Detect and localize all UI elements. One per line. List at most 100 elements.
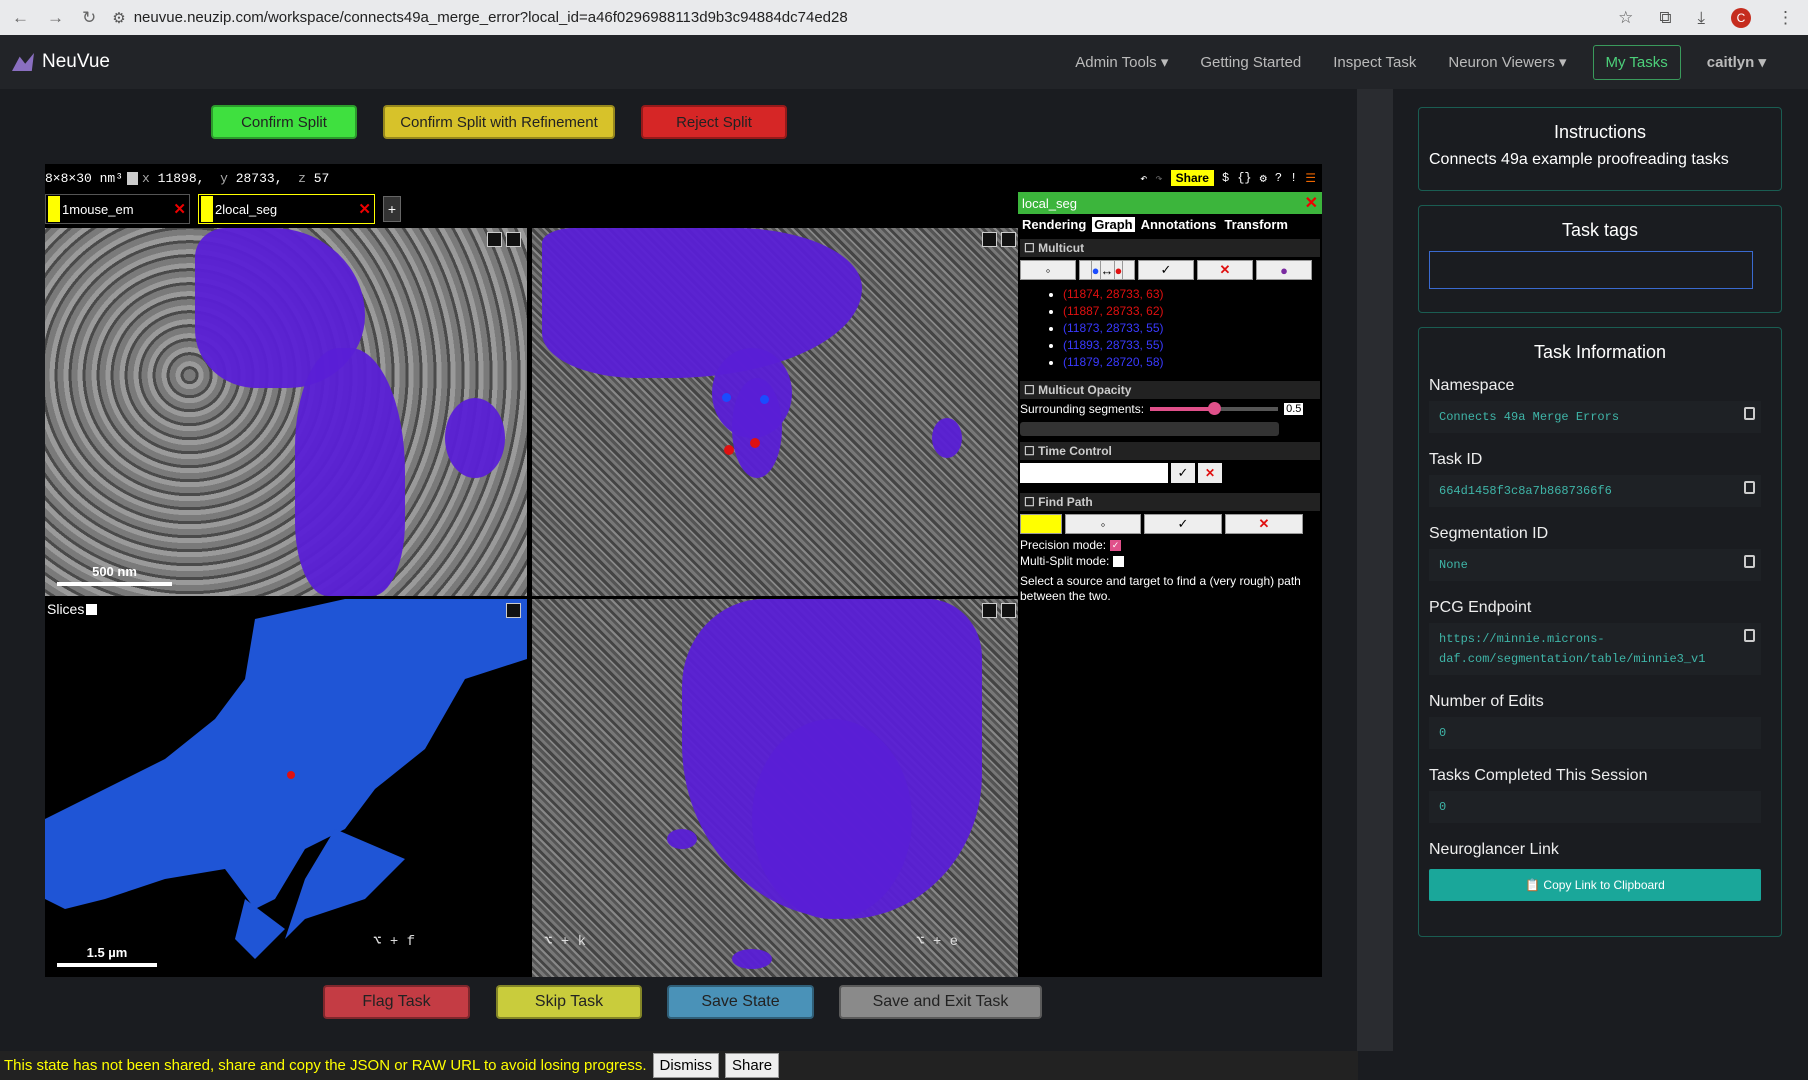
panel-yz[interactable] xyxy=(532,599,1022,977)
coord-y[interactable]: 28733, xyxy=(236,171,283,186)
multicut-point-tool-button[interactable]: ◦ xyxy=(1020,260,1076,280)
surrounding-segments-value[interactable]: 0.5 xyxy=(1284,403,1304,415)
find-path-color-button[interactable] xyxy=(1020,514,1062,534)
layer-tab-mouse-em[interactable]: 1 mouse_em ✕ xyxy=(45,194,190,224)
multicut-point-blue[interactable] xyxy=(722,393,731,402)
nav-user-menu[interactable]: caitlyn ▾ xyxy=(1691,53,1782,71)
nav-inspect-task[interactable]: Inspect Task xyxy=(1317,54,1432,71)
list-item[interactable]: (11873, 28733, 55) xyxy=(1063,320,1322,337)
copy-icon[interactable] xyxy=(1744,629,1755,642)
find-path-clear-button[interactable]: ✕ xyxy=(1225,514,1303,534)
layout-toggle-icon[interactable] xyxy=(1001,232,1016,247)
copy-link-button[interactable]: 📋 Copy Link to Clipboard xyxy=(1429,869,1761,901)
panel-xy[interactable]: 500 nm xyxy=(45,228,527,596)
time-input[interactable] xyxy=(1020,463,1168,483)
extensions-icon[interactable]: ⧉ xyxy=(1659,8,1671,28)
coord-z[interactable]: 57 xyxy=(314,171,330,186)
multicut-opacity-section-title[interactable]: ☐ Multicut Opacity xyxy=(1020,381,1320,399)
maximize-panel-icon[interactable] xyxy=(487,232,502,247)
surrounding-segments-slider[interactable] xyxy=(1150,402,1279,415)
remove-layer-icon[interactable]: ✕ xyxy=(358,200,371,218)
multicut-point-blue[interactable] xyxy=(760,395,769,404)
panel-xz[interactable] xyxy=(532,228,1022,596)
list-item[interactable]: (11887, 28733, 62) xyxy=(1063,303,1322,320)
notice-share-button[interactable]: Share xyxy=(725,1053,780,1078)
layer-tab-local-seg[interactable]: 2 local_seg ✕ xyxy=(198,194,375,224)
time-clear-button[interactable]: ✕ xyxy=(1198,463,1222,483)
layer-panel-name[interactable]: local_seg xyxy=(1022,196,1077,211)
bookmark-star-icon[interactable]: ☆ xyxy=(1618,8,1633,28)
state-dollar-icon[interactable]: $ xyxy=(1222,171,1229,185)
layout-toggle-icon[interactable] xyxy=(506,232,521,247)
find-path-confirm-button[interactable]: ✓ xyxy=(1144,514,1222,534)
nav-neuron-viewers[interactable]: Neuron Viewers ▾ xyxy=(1432,53,1582,71)
coord-z-label: z xyxy=(298,170,306,186)
dismiss-button[interactable]: Dismiss xyxy=(652,1053,720,1078)
multicut-point-red[interactable] xyxy=(724,445,734,455)
multicut-clear-button[interactable]: ✕ xyxy=(1197,260,1253,280)
find-path-point-button[interactable]: ◦ xyxy=(1065,514,1141,534)
nav-admin-tools[interactable]: Admin Tools ▾ xyxy=(1059,53,1184,71)
time-confirm-button[interactable]: ✓ xyxy=(1171,463,1195,483)
list-item[interactable]: (11879, 28720, 58) xyxy=(1063,354,1322,371)
browser-menu-icon[interactable]: ⋮ xyxy=(1777,8,1794,28)
slider-handle[interactable] xyxy=(1208,402,1222,415)
precision-mode-checkbox[interactable]: ✓ xyxy=(1110,539,1122,551)
remove-layer-icon[interactable]: ✕ xyxy=(173,200,186,218)
ng-share-button[interactable]: Share xyxy=(1170,170,1214,186)
tab-annotations[interactable]: Annotations xyxy=(1139,217,1219,232)
maximize-panel-icon[interactable] xyxy=(506,603,521,618)
find-path-section-title[interactable]: ☐ Find Path xyxy=(1020,493,1320,511)
reload-icon[interactable]: ↻ xyxy=(82,8,96,28)
brand[interactable]: NeuVue xyxy=(0,51,110,73)
redo-icon[interactable]: ↷ xyxy=(1155,171,1162,186)
settings-icon[interactable]: ⚙ xyxy=(1260,171,1267,186)
copy-icon[interactable] xyxy=(1744,555,1755,568)
confirm-split-button[interactable]: Confirm Split xyxy=(211,105,357,139)
reject-split-button[interactable]: Reject Split xyxy=(641,105,787,139)
panel-3d[interactable]: Slices 1.5 µm xyxy=(45,599,527,977)
confirm-split-refinement-button[interactable]: Confirm Split with Refinement xyxy=(383,105,615,139)
add-layer-button[interactable]: + xyxy=(383,196,401,222)
copy-icon[interactable] xyxy=(1744,481,1755,494)
copy-icon[interactable] xyxy=(127,171,139,185)
layout-toggle-icon[interactable] xyxy=(1001,603,1016,618)
alert-icon[interactable]: ! xyxy=(1290,171,1297,185)
nav-getting-started[interactable]: Getting Started xyxy=(1184,54,1317,71)
skip-task-button[interactable]: Skip Task xyxy=(496,985,642,1019)
multicut-section-title[interactable]: ☐ Multicut xyxy=(1020,239,1320,257)
save-exit-task-button[interactable]: Save and Exit Task xyxy=(839,985,1042,1019)
nav-my-tasks[interactable]: My Tasks xyxy=(1592,44,1681,80)
tab-transform[interactable]: Transform xyxy=(1222,217,1290,232)
maximize-panel-icon[interactable] xyxy=(982,603,997,618)
multicut-confirm-button[interactable]: ✓ xyxy=(1138,260,1194,280)
multicut-point-red[interactable] xyxy=(750,438,760,448)
profile-avatar[interactable]: C xyxy=(1731,7,1751,28)
forward-arrow-icon[interactable]: → xyxy=(47,8,64,28)
multicut-connect-button[interactable]: ● ↔ ● xyxy=(1079,260,1135,280)
multicut-point-red[interactable] xyxy=(287,771,295,779)
scrollbar[interactable] xyxy=(1357,89,1393,1051)
maximize-panel-icon[interactable] xyxy=(982,232,997,247)
address-bar[interactable]: ⚙ neuvue.neuzip.com/workspace/connects49… xyxy=(112,9,1618,27)
help-icon[interactable]: ? xyxy=(1275,171,1282,185)
back-arrow-icon[interactable]: ← xyxy=(12,8,29,28)
coord-x[interactable]: 11898, xyxy=(158,171,205,186)
copy-icon[interactable] xyxy=(1744,407,1755,420)
list-item[interactable]: (11874, 28733, 63) xyxy=(1063,286,1322,303)
task-tags-input[interactable] xyxy=(1429,251,1753,289)
save-state-button[interactable]: Save State xyxy=(667,985,814,1019)
list-item[interactable]: (11893, 28733, 55) xyxy=(1063,337,1322,354)
json-icon[interactable]: {} xyxy=(1237,171,1251,185)
close-panel-icon[interactable]: ✕ xyxy=(1305,193,1318,213)
multi-split-mode-checkbox[interactable] xyxy=(1113,555,1125,567)
flag-task-button[interactable]: Flag Task xyxy=(323,985,470,1019)
site-settings-icon[interactable]: ⚙ xyxy=(112,9,125,27)
time-control-section-title[interactable]: ☐ Time Control xyxy=(1020,442,1320,460)
tab-graph[interactable]: Graph xyxy=(1092,217,1135,232)
tab-rendering[interactable]: Rendering xyxy=(1020,217,1088,232)
sidebar-toggle-icon[interactable]: ☰ xyxy=(1305,171,1316,186)
download-icon[interactable]: ⤓ xyxy=(1697,8,1705,28)
multicut-color-button[interactable]: ● xyxy=(1256,260,1312,280)
undo-icon[interactable]: ↶ xyxy=(1140,171,1147,186)
